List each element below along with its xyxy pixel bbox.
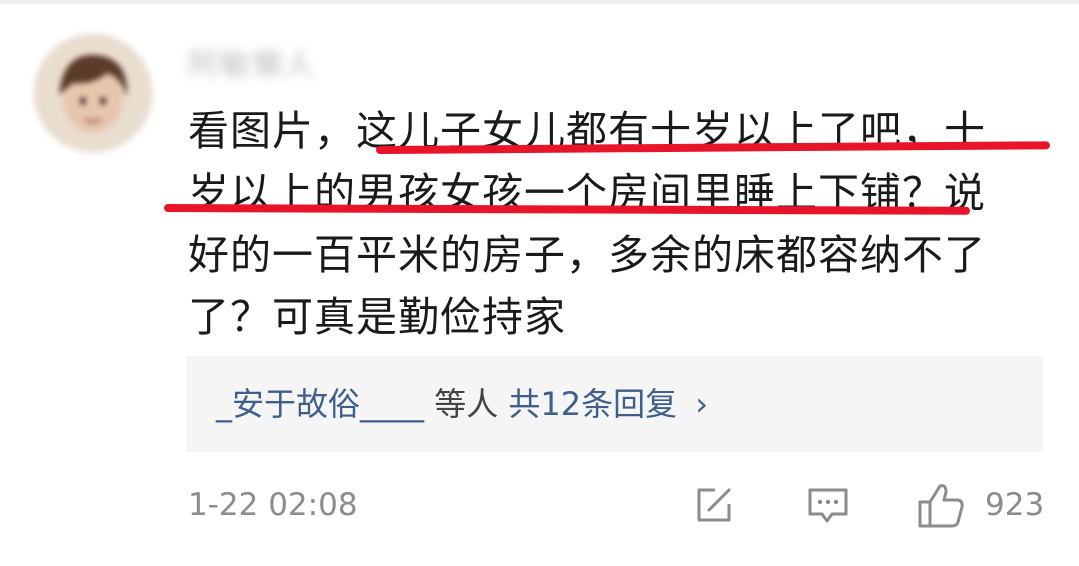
comment-line: 岁以上的男孩女孩一个房间里睡上下铺？说 bbox=[188, 169, 986, 217]
thumbs-up-icon[interactable] bbox=[916, 480, 966, 534]
comment-timestamp: 1-22 02:08 bbox=[188, 487, 358, 523]
like-count: 923 bbox=[985, 487, 1045, 523]
top-divider bbox=[0, 0, 1079, 4]
comment-body: 看图片，这儿子女儿都有十岁以上了吧，十 岁以上的男孩女孩一个房间里睡上下铺？说 … bbox=[188, 100, 1038, 348]
reply-count-link[interactable]: 共12条回复 bbox=[508, 385, 677, 423]
replier-name[interactable]: _安于故俗____ bbox=[216, 385, 424, 423]
comment-line: 看图片，这儿子女儿都有十岁以上了吧，十 bbox=[188, 107, 986, 155]
comment-bubble-icon[interactable] bbox=[806, 484, 850, 532]
reply-summary-text[interactable]: _安于故俗____ 等人 共12条回复 › bbox=[216, 384, 708, 424]
username[interactable]: 阿敏懒人 bbox=[188, 40, 316, 84]
comment-line: 好的一百平米的房子，多余的床都容纳不了 bbox=[188, 231, 986, 279]
reply-summary[interactable]: _安于故俗____ 等人 共12条回复 › bbox=[186, 356, 1043, 452]
avatar[interactable] bbox=[33, 33, 153, 153]
comment-line: 了？可真是勤俭持家 bbox=[188, 293, 566, 341]
share-edit-icon[interactable] bbox=[693, 484, 735, 530]
reply-others-label: 等人 bbox=[434, 385, 499, 423]
chevron-right-icon: › bbox=[695, 385, 709, 423]
